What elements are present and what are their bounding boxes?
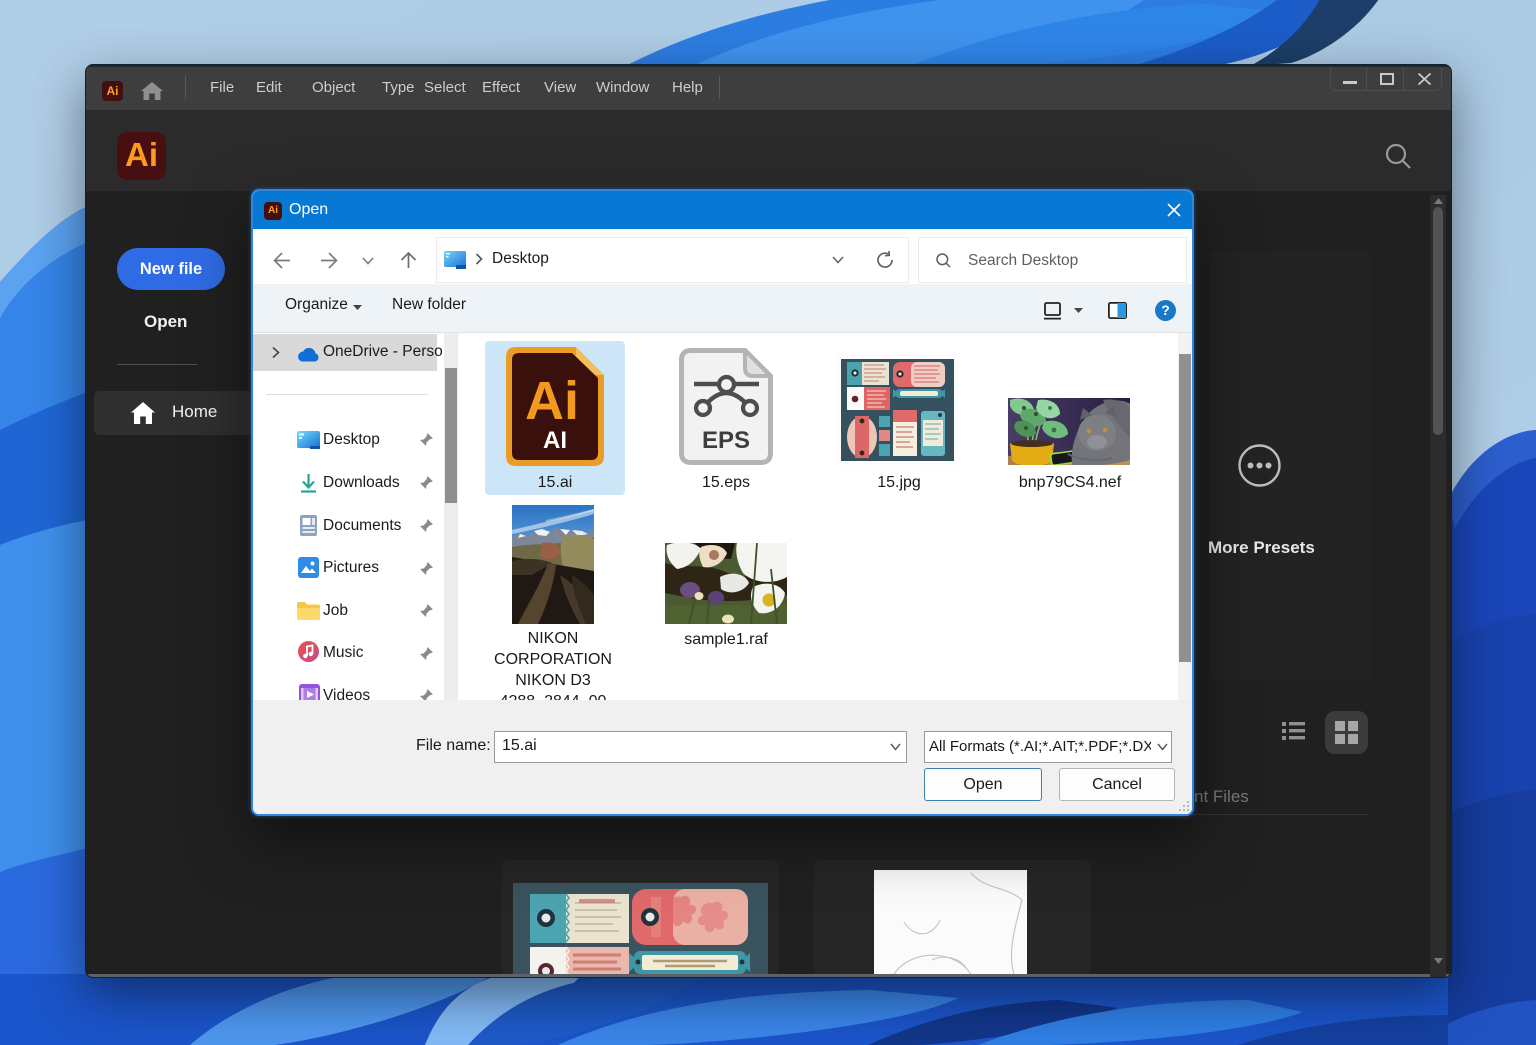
svg-text:AI: AI bbox=[543, 427, 567, 454]
svg-text:Ai: Ai bbox=[525, 371, 579, 431]
svg-text:EPS: EPS bbox=[702, 427, 750, 454]
